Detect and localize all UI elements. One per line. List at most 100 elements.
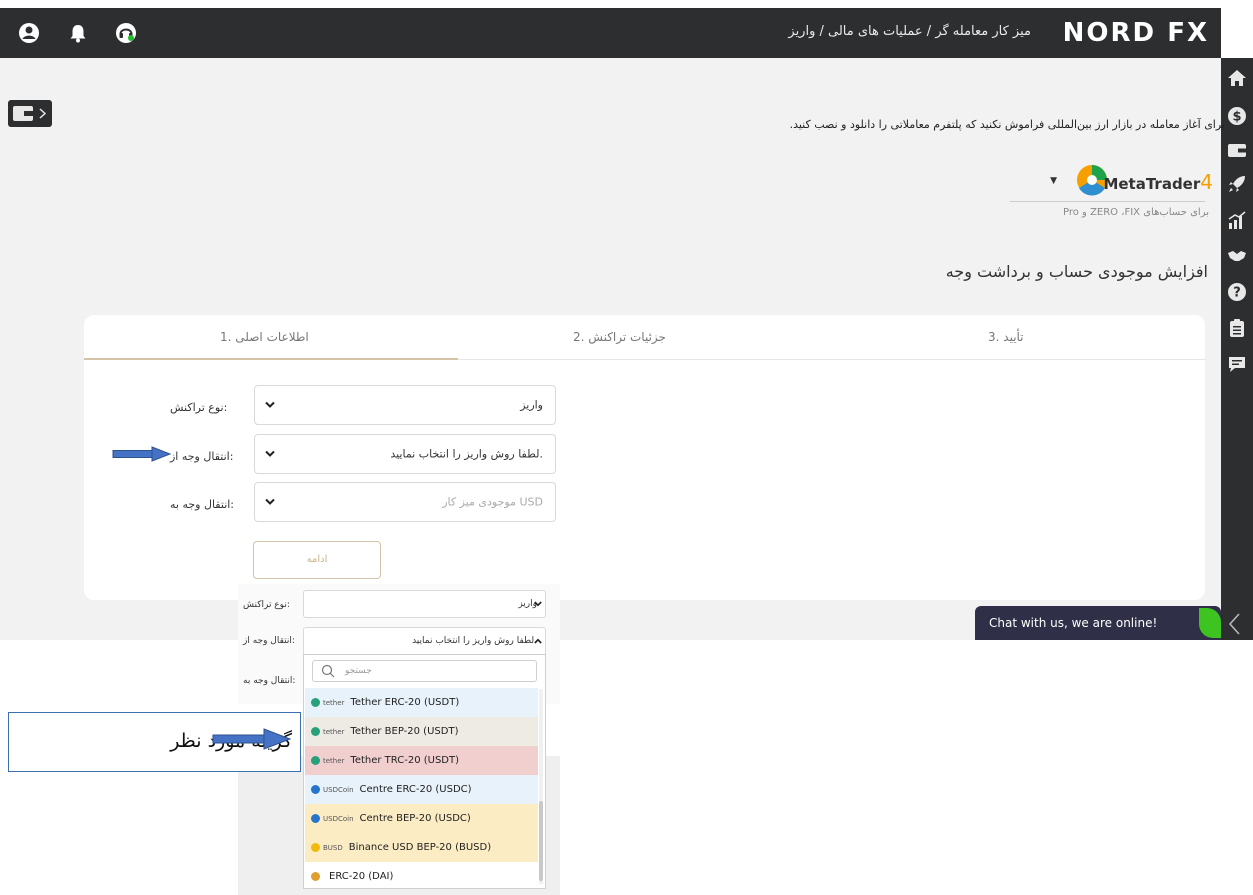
- coin-icon: [311, 756, 320, 765]
- metatrader-selector[interactable]: MetaTrader4: [1073, 160, 1213, 200]
- payment-option[interactable]: tether Tether TRC-20 (USDT): [305, 746, 538, 775]
- zoom-transaction-type-label: :نوع تراکنش: [243, 600, 290, 610]
- payment-option[interactable]: ERC-20 (DAI): [305, 862, 538, 888]
- home-icon[interactable]: [1227, 68, 1247, 88]
- transaction-type-value: واریز: [520, 398, 543, 412]
- handshake-icon[interactable]: [1227, 246, 1247, 266]
- coin-icon: [311, 814, 320, 823]
- payment-option-brand: USDCoin: [311, 785, 354, 794]
- svg-text:?: ?: [1233, 286, 1241, 301]
- nordfx-logo[interactable]: NORD FX: [1063, 18, 1209, 48]
- payment-option-brand: tether: [311, 698, 344, 707]
- dropdown-scrollbar-thumb[interactable]: [539, 801, 543, 881]
- payment-option-label: Tether ERC-20 (USDT): [350, 697, 460, 708]
- step-2-tab[interactable]: جزئیات تراکنش .2: [573, 330, 666, 344]
- chevron-left-icon[interactable]: [1225, 610, 1245, 638]
- transaction-type-select[interactable]: واریز: [254, 385, 556, 425]
- payment-option-brand: [311, 872, 323, 881]
- zoom-transfer-from-label: :انتقال وجه از: [243, 636, 295, 646]
- brand-logo-text: NORD FX: [1062, 18, 1209, 48]
- payment-option-brand-text: BUSD: [323, 843, 343, 852]
- search-icon: [321, 664, 335, 678]
- payment-option-brand-text: USDCoin: [323, 785, 354, 794]
- user-icon[interactable]: [18, 22, 40, 44]
- breadcrumb[interactable]: میز کار معامله گر / عملیات های مالی / وا…: [788, 24, 1031, 39]
- arrow-right-icon: [212, 728, 292, 750]
- caret-down-icon[interactable]: ▼: [1050, 176, 1057, 186]
- zoom-transaction-type-select[interactable]: واریز: [303, 590, 546, 618]
- chat-icon[interactable]: [1227, 354, 1247, 374]
- chevron-right-icon: [39, 108, 47, 119]
- zoom-transfer-from-value: .لطفا روش واریز را انتخاب نمایید: [412, 636, 537, 646]
- payment-option-brand: tether: [311, 727, 344, 736]
- payment-option-brand-text: tether: [323, 698, 345, 707]
- transfer-to-label: :انتقال وجه به: [170, 498, 235, 511]
- payment-option-label: Binance USD BEP-20 (BUSD): [348, 842, 492, 853]
- platform-name: MetaTrader: [1103, 175, 1201, 193]
- wallet-icon[interactable]: [1227, 140, 1247, 160]
- chat-widget[interactable]: Chat with us, we are online!: [975, 606, 1221, 640]
- chevron-down-icon: [265, 450, 275, 457]
- step-3-tab[interactable]: تأیید .3: [988, 330, 1024, 344]
- continue-button[interactable]: ادامه: [253, 541, 381, 579]
- zoom-transfer-from-select[interactable]: .لطفا روش واریز را انتخاب نمایید: [303, 627, 546, 655]
- payment-option[interactable]: USDCoin Centre BEP-20 (USDC): [305, 804, 538, 833]
- payment-option-brand-text: USDCoin: [323, 814, 354, 823]
- payment-option-label: Centre BEP-20 (USDC): [359, 813, 471, 824]
- step-1-tab[interactable]: اطلاعات اصلی .1: [220, 330, 309, 344]
- coin-icon: [311, 727, 320, 736]
- payment-option-label: Centre ERC-20 (USDC): [359, 784, 472, 795]
- payment-option-brand: USDCoin: [311, 814, 354, 823]
- transfer-from-label: :انتقال وجه از: [170, 450, 234, 463]
- chart-icon[interactable]: [1227, 210, 1247, 230]
- right-sidebar: $ ?: [1221, 58, 1253, 640]
- transfer-to-value: USD موجودی میز کار: [442, 495, 543, 509]
- clipboard-icon[interactable]: [1227, 318, 1247, 338]
- chevron-down-icon: [265, 498, 275, 505]
- coin-icon: [311, 698, 320, 707]
- payment-option[interactable]: BUSD Binance USD BEP-20 (BUSD): [305, 833, 538, 862]
- transfer-to-select[interactable]: USD موجودی میز کار: [254, 482, 556, 522]
- top-bar: میز کار معامله گر / عملیات های مالی / وا…: [0, 8, 1221, 58]
- coin-icon: [311, 785, 320, 794]
- page-title: افزایش موجودی حساب و برداشت وجه: [945, 262, 1208, 281]
- payment-method-dropdown[interactable]: جستجو tether Tether ERC-20 (USDT) tether Te…: [303, 654, 546, 889]
- steps-divider: [458, 359, 1205, 360]
- arrow-right-icon: [112, 446, 172, 462]
- support-headset-icon[interactable]: [115, 22, 137, 44]
- payment-option[interactable]: tether Tether BEP-20 (USDT): [305, 717, 538, 746]
- zoom-transfer-to-label: :انتقال وجه به: [243, 676, 296, 686]
- active-step-indicator: [84, 358, 458, 360]
- dollar-icon[interactable]: $: [1227, 106, 1247, 126]
- coin-icon: [311, 872, 320, 881]
- dropdown-search-input[interactable]: جستجو: [312, 660, 537, 682]
- bell-icon[interactable]: [67, 22, 89, 44]
- search-placeholder: جستجو: [345, 666, 372, 676]
- help-icon[interactable]: ?: [1227, 282, 1247, 302]
- transfer-from-select[interactable]: .لطفا روش واریز را انتخاب نمایید: [254, 434, 556, 474]
- chat-widget-text: Chat with us, we are online!: [989, 616, 1158, 630]
- payment-option-label: ERC-20 (DAI): [329, 871, 394, 882]
- payment-option[interactable]: USDCoin Centre ERC-20 (USDC): [305, 775, 538, 804]
- platform-version: 4: [1200, 170, 1213, 194]
- chevron-down-icon: [534, 601, 542, 607]
- payment-option-label: Tether TRC-20 (USDT): [350, 755, 460, 766]
- chevron-down-icon: [265, 401, 275, 408]
- wallet-toggle-button[interactable]: [8, 100, 52, 127]
- svg-text:$: $: [1232, 110, 1241, 125]
- payment-option-brand: BUSD: [311, 843, 343, 852]
- wallet-icon: [13, 106, 33, 121]
- payment-option[interactable]: tether Tether ERC-20 (USDT): [305, 688, 538, 717]
- divider: [1010, 201, 1205, 202]
- payment-option-brand: tether: [311, 756, 344, 765]
- payment-option-label: Tether BEP-20 (USDT): [350, 726, 459, 737]
- chevron-up-icon: [534, 638, 542, 644]
- platform-hint: برای آغاز معامله در بازار ارز بین‌المللی…: [789, 118, 1225, 131]
- coin-icon: [311, 843, 320, 852]
- payment-option-brand-text: tether: [323, 727, 345, 736]
- rocket-icon[interactable]: [1227, 174, 1247, 194]
- platform-subtitle: برای حساب‌های ZERO ،FIX و Pro: [1063, 207, 1209, 218]
- chat-leaf-icon: [1199, 608, 1221, 638]
- transaction-type-label: :نوع تراکنش: [170, 401, 228, 414]
- transfer-from-value: .لطفا روش واریز را انتخاب نمایید: [390, 447, 543, 461]
